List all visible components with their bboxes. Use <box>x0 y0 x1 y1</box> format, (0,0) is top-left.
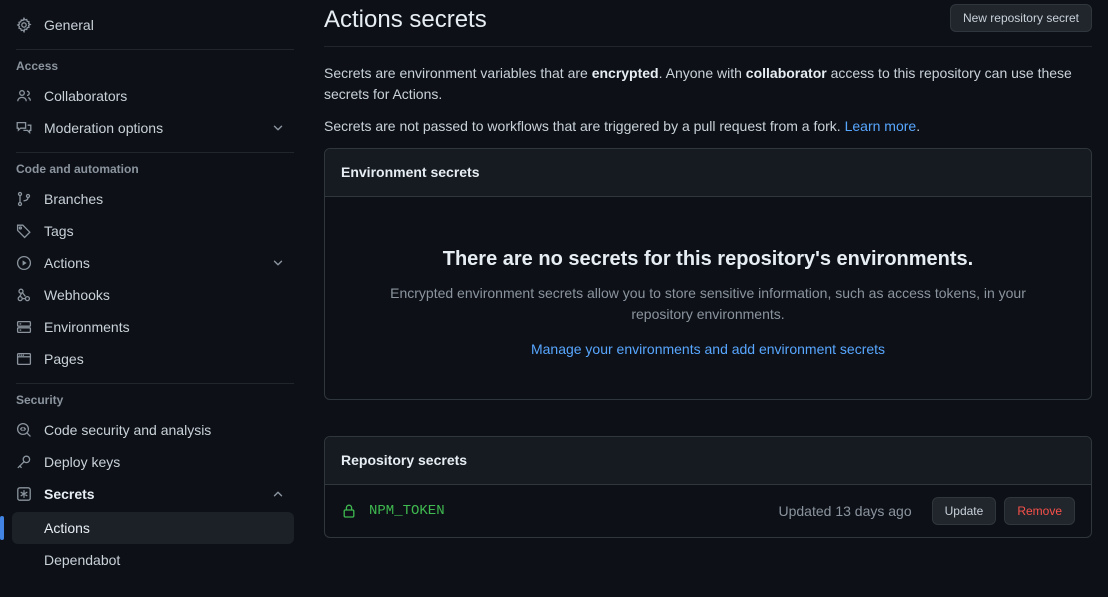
sidebar-item-label: General <box>44 17 94 33</box>
sidebar-item-label: Actions <box>44 255 90 271</box>
settings-sidebar: General Access Collaborators Moderation … <box>0 0 310 597</box>
desc-text-2: . Anyone with <box>658 65 746 81</box>
table-row: NPM_TOKEN Updated 13 days ago Update Rem… <box>325 485 1091 537</box>
browser-icon <box>16 351 32 367</box>
main-content: Actions secrets New repository secret Se… <box>310 0 1108 597</box>
sidebar-item-collaborators[interactable]: Collaborators <box>8 80 294 112</box>
sidebar-heading-access: Access <box>16 59 59 73</box>
repository-secrets-card-title: Repository secrets <box>325 437 1091 485</box>
chevron-down-icon[interactable] <box>270 120 286 136</box>
manage-environments-link[interactable]: Manage your environments and add environ… <box>531 341 885 357</box>
sidebar-item-label: Moderation options <box>44 120 164 136</box>
key-icon <box>16 454 32 470</box>
sidebar-item-label: Deploy keys <box>44 454 121 470</box>
sidebar-item-moderation-options[interactable]: Moderation options <box>8 112 294 144</box>
sidebar-item-label: Collaborators <box>44 88 128 104</box>
sidebar-item-label: Secrets <box>44 486 95 502</box>
update-secret-button[interactable]: Update <box>931 497 997 525</box>
sidebar-heading-code-and-automation: Code and automation <box>16 162 139 176</box>
sidebar-item-label: Branches <box>44 191 104 207</box>
learn-more-link[interactable]: Learn more <box>845 118 917 134</box>
sidebar-subitem-label: Actions <box>44 520 90 536</box>
sidebar-item-code-security-and-analysis[interactable]: Code security and analysis <box>8 414 294 446</box>
empty-state-heading: There are no secrets for this repository… <box>442 248 974 270</box>
play-circle-icon <box>16 255 32 271</box>
sidebar-item-general[interactable]: General <box>8 9 294 41</box>
webhook-icon <box>16 287 32 303</box>
secrets-description-paragraph-1: Secrets are environment variables that a… <box>324 63 1092 105</box>
sidebar-item-label: Pages <box>44 351 84 367</box>
desc-text-1: Secrets are environment variables that a… <box>324 65 592 81</box>
sidebar-item-secrets[interactable]: Secrets <box>8 478 294 510</box>
server-icon <box>16 319 32 335</box>
sidebar-subitem-label: Dependabot <box>44 552 121 568</box>
chevron-up-icon[interactable] <box>270 486 286 502</box>
chevron-down-icon[interactable] <box>270 255 286 271</box>
secret-name: NPM_TOKEN <box>369 503 445 519</box>
sidebar-divider-3 <box>16 383 294 384</box>
sidebar-item-branches[interactable]: Branches <box>8 183 294 215</box>
environment-secrets-empty-state: There are no secrets for this repository… <box>325 197 1091 399</box>
environment-secrets-card-title: Environment secrets <box>325 149 1091 197</box>
comment-discussion-icon <box>16 120 32 136</box>
sidebar-item-label: Code security and analysis <box>44 422 212 438</box>
secrets-subnav: Actions Dependabot <box>0 512 310 576</box>
sidebar-item-label: Tags <box>44 223 74 239</box>
sidebar-subitem-secrets-actions[interactable]: Actions <box>0 512 294 544</box>
sidebar-divider-1 <box>16 49 294 50</box>
tag-icon <box>16 223 32 239</box>
sidebar-subitem-secrets-dependabot[interactable]: Dependabot <box>12 544 294 576</box>
sidebar-item-environments[interactable]: Environments <box>8 311 294 343</box>
sidebar-item-webhooks[interactable]: Webhooks <box>8 279 294 311</box>
secret-updated-timestamp: Updated 13 days ago <box>778 503 912 519</box>
empty-state-body: Encrypted environment secrets allow you … <box>390 285 1026 322</box>
sidebar-item-actions[interactable]: Actions <box>8 247 294 279</box>
sidebar-divider-2 <box>16 152 294 153</box>
sidebar-item-label: Webhooks <box>44 287 110 303</box>
sidebar-item-pages[interactable]: Pages <box>8 343 294 375</box>
sidebar-item-tags[interactable]: Tags <box>8 215 294 247</box>
page-title: Actions secrets <box>324 6 487 33</box>
lock-icon <box>341 503 357 519</box>
people-icon <box>16 88 32 104</box>
new-repository-secret-button[interactable]: New repository secret <box>949 4 1092 32</box>
sidebar-item-label: Environments <box>44 319 130 335</box>
page-header: Actions secrets New repository secret <box>324 0 1092 47</box>
repository-secrets-card: Repository secrets NPM_TOKEN Updated 13 … <box>324 436 1092 538</box>
sidebar-heading-security: Security <box>16 393 64 407</box>
gear-icon <box>16 17 32 33</box>
environment-secrets-card: Environment secrets There are no secrets… <box>324 148 1092 400</box>
codescan-icon <box>16 422 32 438</box>
settings-page: General Access Collaborators Moderation … <box>0 0 1108 597</box>
desc-text-4: Secrets are not passed to workflows that… <box>324 118 845 134</box>
desc-period: . <box>916 118 921 134</box>
sidebar-item-deploy-keys[interactable]: Deploy keys <box>8 446 294 478</box>
secret-row-actions: Update Remove <box>931 497 1075 525</box>
desc-bold-collaborator: collaborator <box>745 65 827 81</box>
desc-bold-encrypted: encrypted <box>591 65 659 81</box>
asterisk-box-icon <box>16 486 32 502</box>
git-branch-icon <box>16 191 32 207</box>
secrets-description-paragraph-2: Secrets are not passed to workflows that… <box>324 116 1092 137</box>
remove-secret-button[interactable]: Remove <box>1004 497 1075 525</box>
